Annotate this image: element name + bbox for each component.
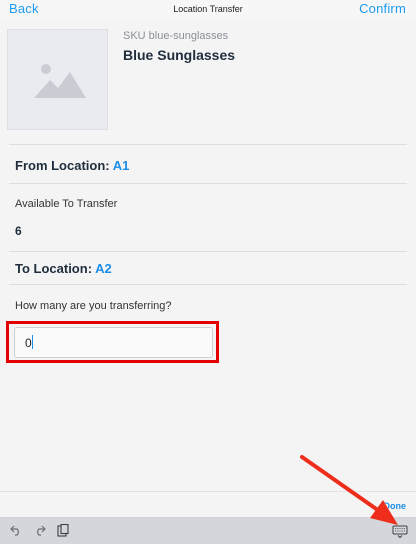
keyboard-dismiss-icon[interactable] bbox=[392, 525, 408, 538]
available-label: Available To Transfer bbox=[15, 198, 118, 210]
divider bbox=[9, 144, 407, 145]
to-location-label: To Location: bbox=[15, 261, 93, 276]
quantity-input[interactable] bbox=[14, 327, 213, 358]
to-location-code: A2 bbox=[95, 261, 112, 276]
quantity-question: How many are you transferring? bbox=[15, 300, 172, 312]
confirm-button[interactable]: Confirm bbox=[359, 1, 406, 16]
undo-icon[interactable] bbox=[10, 524, 22, 536]
text-caret bbox=[32, 335, 33, 349]
navigation-bar: Back Location Transfer Confirm bbox=[0, 0, 416, 20]
from-location-code: A1 bbox=[112, 158, 130, 173]
divider bbox=[9, 251, 407, 252]
divider bbox=[9, 183, 407, 184]
page-title: Location Transfer bbox=[173, 4, 243, 14]
keyboard-toolbar bbox=[0, 517, 416, 544]
product-sku: SKU blue-sunglasses bbox=[123, 30, 229, 42]
available-value: 6 bbox=[15, 224, 22, 238]
image-placeholder-icon bbox=[34, 64, 86, 98]
done-button[interactable]: Done bbox=[384, 501, 407, 511]
divider bbox=[0, 491, 416, 492]
from-location-heading: From Location: A1 bbox=[15, 158, 129, 173]
product-name: Blue Sunglasses bbox=[123, 47, 236, 63]
product-image bbox=[7, 29, 108, 130]
to-location-heading: To Location: A2 bbox=[15, 261, 112, 276]
redo-icon[interactable] bbox=[34, 524, 46, 536]
divider bbox=[9, 284, 407, 285]
paste-icon[interactable] bbox=[57, 524, 69, 537]
from-location-label: From Location: bbox=[15, 158, 110, 173]
